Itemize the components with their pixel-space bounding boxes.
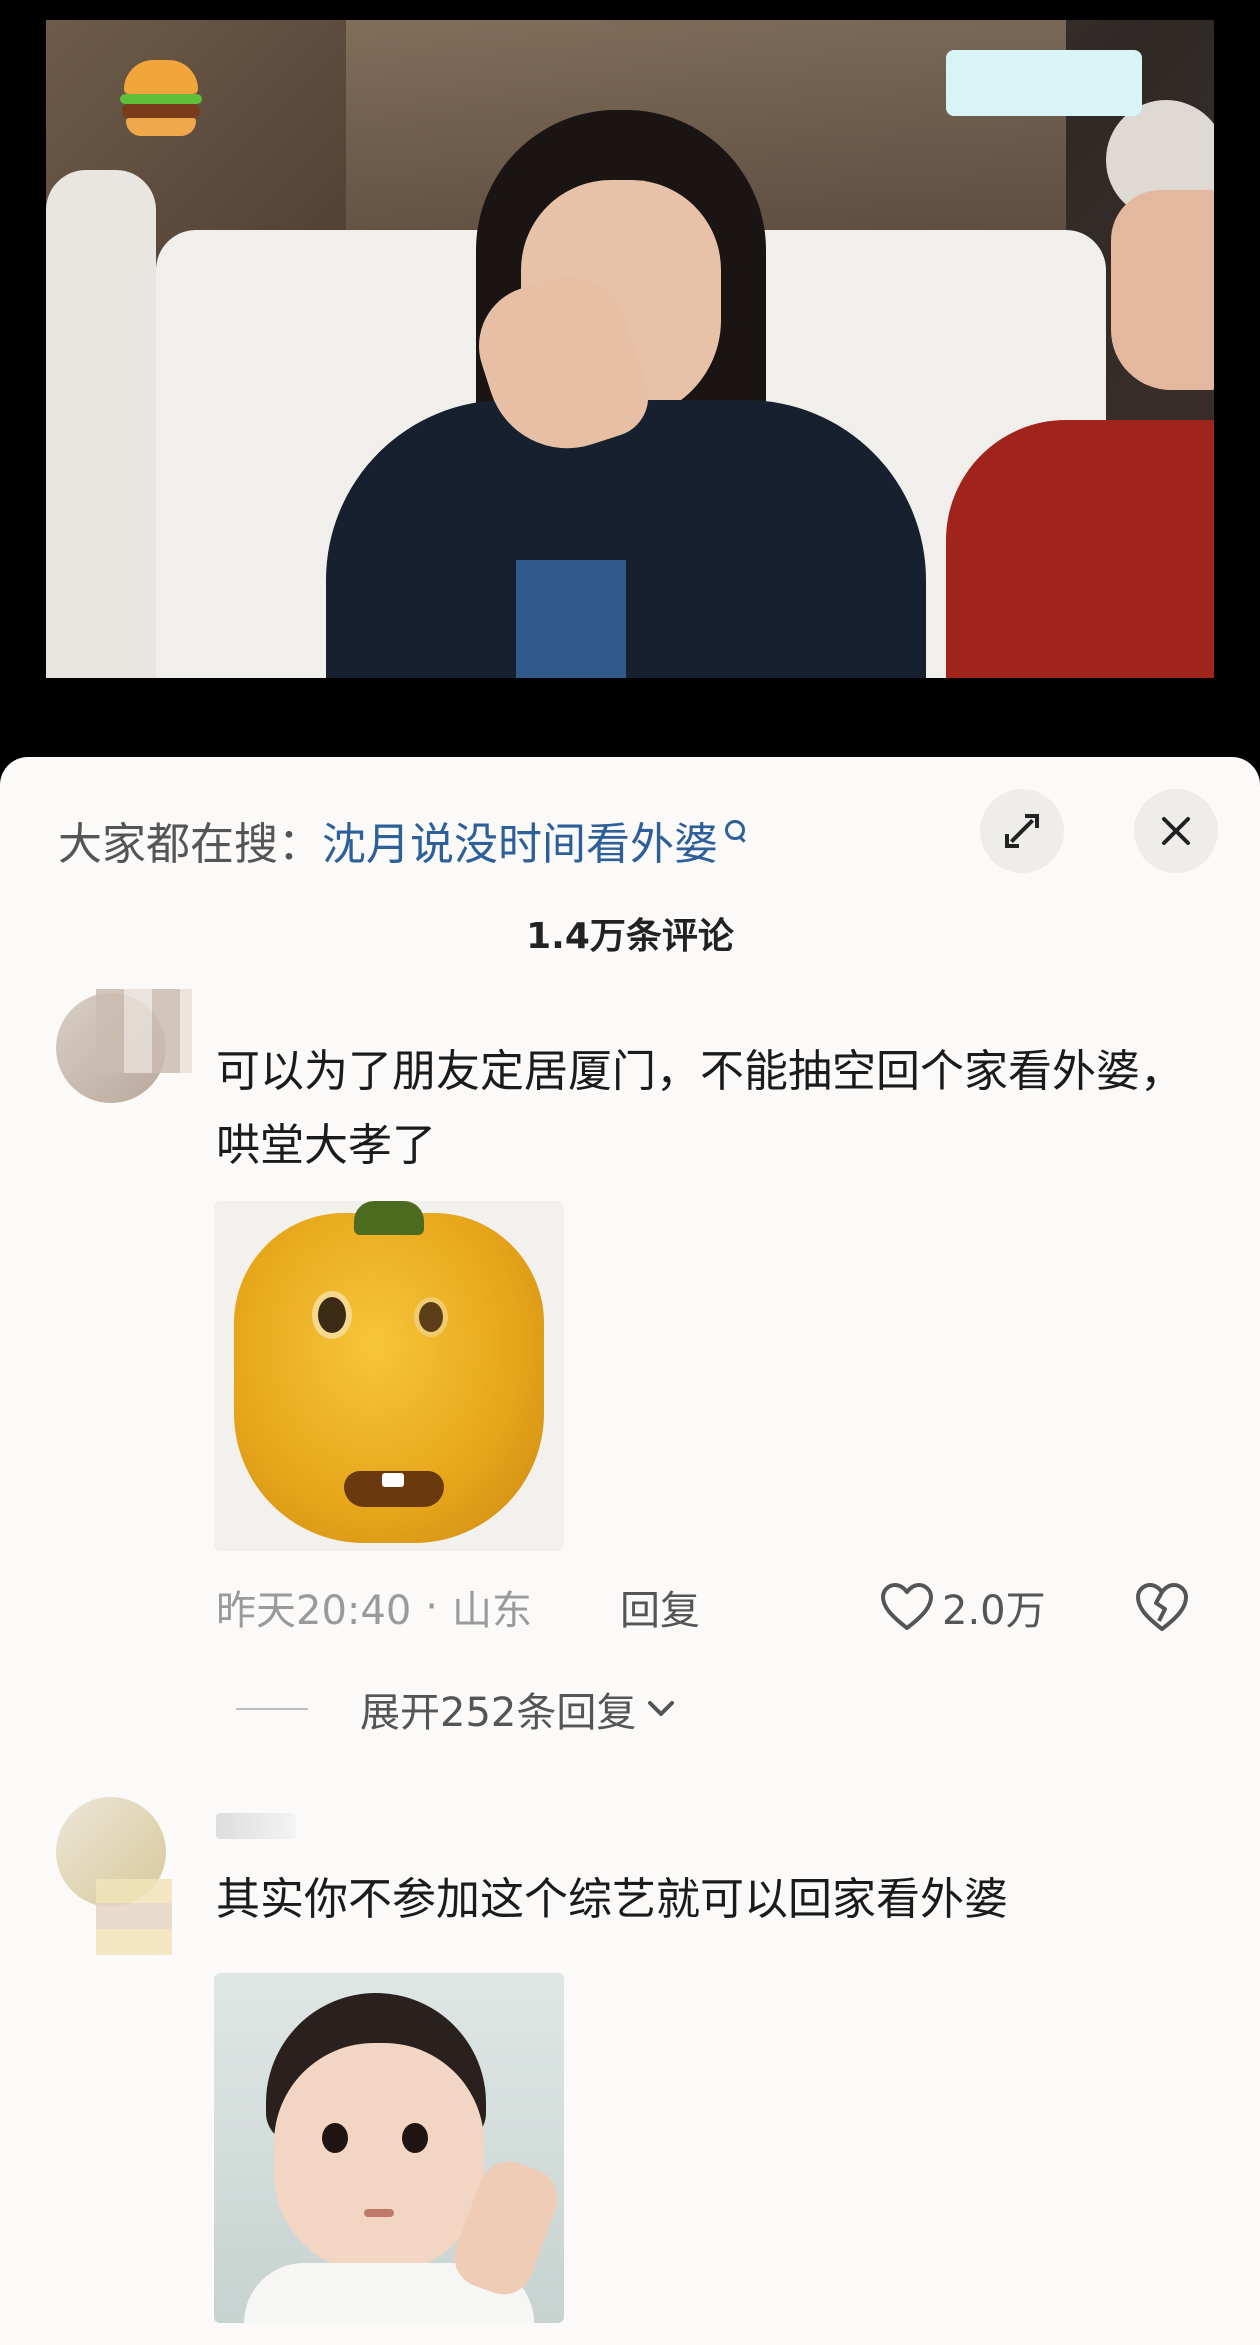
comment-text: 其实你不参加这个综艺就可以回家看外婆 bbox=[216, 1874, 1008, 1925]
mosaic-blur bbox=[96, 1879, 172, 1955]
video-girl-crying bbox=[286, 100, 926, 678]
video-player[interactable] bbox=[0, 0, 1260, 770]
like-button[interactable]: 2.0万 bbox=[880, 1578, 1046, 1636]
mosaic-blur bbox=[96, 989, 192, 1073]
comment-text: 可以为了朋友定居厦门，不能抽空回个家看外婆，哄堂大孝了 bbox=[216, 1046, 1184, 1171]
comment-location: 山东 bbox=[452, 1588, 532, 1634]
comment-count: 1.4万条评论 bbox=[526, 916, 734, 957]
search-suggestion[interactable]: 大家都在搜： 沈月说没时间看外婆 bbox=[58, 805, 748, 875]
close-icon bbox=[1159, 814, 1193, 848]
search-prefix: 大家都在搜： bbox=[58, 819, 322, 870]
reply-button[interactable]: 回复 bbox=[620, 1578, 700, 1636]
burger-logo-icon bbox=[118, 52, 204, 142]
video-chair-left bbox=[46, 170, 156, 678]
comment-meta: 昨天20:40 · 山东 回复 2.0万 bbox=[216, 1575, 1216, 1639]
search-term-link[interactable]: 沈月说没时间看外婆 bbox=[322, 808, 718, 872]
sticker-yellow-pepper-face[interactable] bbox=[214, 1201, 564, 1551]
search-icon bbox=[724, 819, 748, 843]
like-count: 2.0万 bbox=[942, 1588, 1046, 1634]
close-button[interactable] bbox=[1134, 789, 1218, 873]
comment-time: 昨天20:40 bbox=[216, 1588, 412, 1634]
sticker-child-peace-sign[interactable] bbox=[214, 1973, 564, 2323]
video-frame bbox=[46, 20, 1214, 678]
chevron-down-icon bbox=[648, 1701, 675, 1716]
expand-replies-label: 展开252条回复 bbox=[360, 1690, 637, 1736]
meta-separator: · bbox=[425, 1584, 438, 1630]
expand-replies-button[interactable]: 展开252条回复 bbox=[236, 1677, 676, 1741]
expand-icon bbox=[1005, 814, 1039, 848]
broken-heart-icon[interactable] bbox=[1134, 1581, 1190, 1633]
expand-button[interactable] bbox=[980, 789, 1064, 873]
blurred-watermark bbox=[946, 50, 1142, 116]
comment-sheet: 大家都在搜： 沈月说没时间看外婆 1.4万条评论 可以为了朋友定居厦门，不能抽空… bbox=[0, 757, 1260, 2345]
video-woman-red-sweater bbox=[906, 100, 1214, 678]
divider-line bbox=[236, 1708, 308, 1710]
heart-icon bbox=[881, 1583, 933, 1630]
username-blurred[interactable] bbox=[216, 1813, 296, 1839]
